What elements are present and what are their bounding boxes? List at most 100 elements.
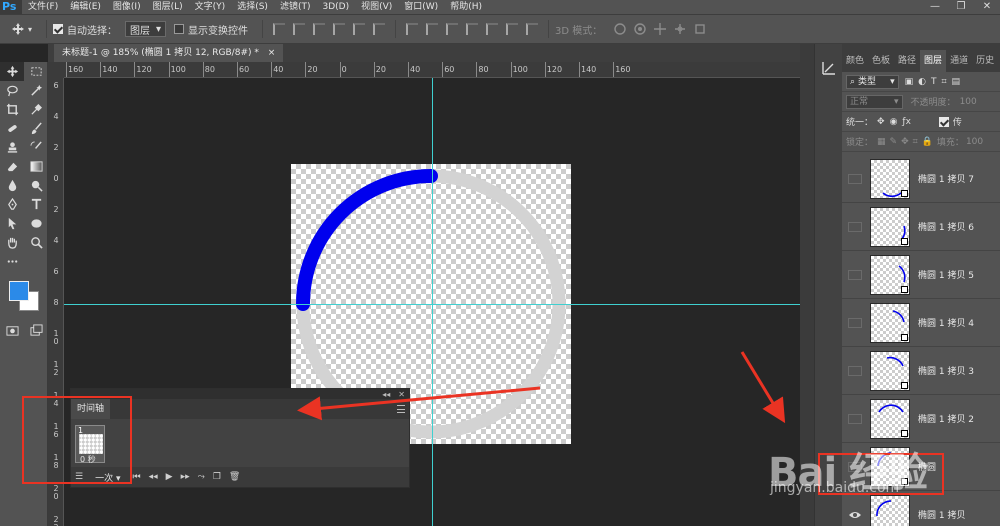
menu-item[interactable]: 图像(I) [107,0,147,14]
visibility-toggle[interactable] [848,365,862,376]
layer-name[interactable]: 椭圆 1 拷贝 3 [918,364,974,377]
layer-name[interactable]: 椭圆 1 拷贝 2 [918,412,974,425]
blend-mode-dropdown[interactable]: 正常 ▾ [846,94,903,109]
eraser-tool[interactable] [0,157,24,176]
panel-tab[interactable]: 通道 [946,50,972,72]
panel-menu-icon[interactable] [397,405,405,413]
eye-icon[interactable] [848,510,862,520]
visibility-toggle[interactable] [848,317,862,328]
guide-horizontal[interactable] [64,304,800,305]
auto-align-icon[interactable] [526,23,539,35]
more-tools[interactable] [0,252,24,271]
foreground-color-swatch[interactable] [9,281,29,301]
align-left-icon[interactable] [333,23,346,35]
auto-select-checkbox[interactable]: 自动选择： [53,22,117,37]
filter-adjust-icon[interactable]: ◐ [918,77,926,87]
filter-smart-icon[interactable]: ▤ [952,77,961,87]
rotate-3d-icon[interactable] [613,22,627,36]
lock-position-icon[interactable]: ✥ [901,137,909,147]
eyedropper-tool[interactable] [24,100,48,119]
layer-row[interactable]: 椭圆 1 拷贝 2 [842,395,1000,443]
distribute-hcenter-icon[interactable] [486,23,499,35]
fill-field[interactable]: 100 [966,137,983,147]
crop-tool[interactable] [0,100,24,119]
menu-item[interactable]: 编辑(E) [64,0,107,14]
move-tool[interactable] [0,62,24,81]
canvas-scrollbar[interactable] [800,44,814,526]
tween-icon[interactable]: ⤳ [198,472,205,482]
menu-item[interactable]: 选择(S) [231,0,274,14]
unify-position-icon[interactable]: ✥ [877,117,885,127]
layer-row[interactable]: 椭圆 1 拷贝 4 [842,299,1000,347]
pan-3d-icon[interactable] [653,22,667,36]
restore-button[interactable]: ❐ [948,0,974,14]
visibility-toggle[interactable] [848,413,862,424]
panel-tab[interactable]: 图层 [920,50,947,72]
filter-pixel-icon[interactable]: ▣ [905,77,914,87]
roll-3d-icon[interactable] [633,22,647,36]
unify-visibility-icon[interactable]: ◉ [890,117,898,127]
layer-row[interactable]: 椭圆 1 拷贝 7 [842,155,1000,203]
screen-mode-button[interactable] [24,321,48,340]
healing-tool[interactable] [0,119,24,138]
zoom-tool[interactable] [24,233,48,252]
visibility-toggle[interactable] [848,221,862,232]
visibility-toggle[interactable] [848,269,862,280]
distribute-right-icon[interactable] [506,23,519,35]
propagate-checkbox[interactable] [938,116,949,127]
layer-row[interactable]: 椭圆 1 拷贝 6 [842,203,1000,251]
distribute-vcenter-icon[interactable] [426,23,439,35]
minimize-button[interactable]: — [922,0,948,14]
lock-all-icon[interactable]: 🔒 [922,137,933,147]
magic-wand-tool[interactable] [24,81,48,100]
move-tool-preset[interactable]: ▾ [8,22,32,36]
lock-image-icon[interactable]: ✎ [890,137,898,147]
layer-name[interactable]: 椭圆 1 拷贝 5 [918,268,974,281]
layer-name[interactable]: 椭圆 1 拷贝 6 [918,220,974,233]
dodge-tool[interactable] [24,176,48,195]
hand-tool[interactable] [0,233,24,252]
close-button[interactable]: ✕ [974,0,1000,14]
menu-item[interactable]: 文件(F) [22,0,64,14]
brush-tool[interactable] [24,119,48,138]
gradient-tool[interactable] [24,157,48,176]
menu-item[interactable]: 图层(L) [147,0,189,14]
layer-row[interactable]: 椭圆 1 拷贝 3 [842,347,1000,395]
distribute-left-icon[interactable] [466,23,479,35]
filter-shape-icon[interactable]: ⌗ [941,77,946,87]
panel-tab[interactable]: 历史 [972,50,998,72]
history-brush-tool[interactable] [24,138,48,157]
opacity-field[interactable]: 100 [960,97,977,107]
distribute-top-icon[interactable] [406,23,419,35]
guide-vertical[interactable] [432,78,433,526]
visibility-toggle[interactable] [848,173,862,184]
align-vcenter-icon[interactable] [293,23,306,35]
ellipse-tool[interactable] [24,214,48,233]
blur-tool[interactable] [0,176,24,195]
layer-row[interactable]: 椭圆 1 拷贝 [842,491,1000,526]
lock-artboard-icon[interactable]: ⌗ [913,137,918,147]
play-icon[interactable]: ▶ [166,472,173,482]
menu-item[interactable]: 3D(D) [316,0,355,14]
stamp-tool[interactable] [0,138,24,157]
pen-tool[interactable] [0,195,24,214]
layer-name[interactable]: 椭圆 1 拷贝 4 [918,316,974,329]
scale-3d-icon[interactable] [693,22,707,36]
quick-mask-button[interactable] [0,321,24,340]
lasso-tool[interactable] [0,81,24,100]
duplicate-frame-icon[interactable]: ❐ [213,472,221,482]
menu-item[interactable]: 滤镜(T) [274,0,317,14]
panel-tab[interactable]: 色板 [868,50,894,72]
layer-name[interactable]: 椭圆 1 拷贝 [918,508,965,521]
lock-transparent-icon[interactable]: ▦ [877,137,886,147]
trash-icon[interactable]: 🗑 [229,472,240,482]
prev-frame-icon[interactable]: ◂◂ [149,472,158,482]
distribute-bottom-icon[interactable] [446,23,459,35]
tab-close-icon[interactable]: × [268,48,276,58]
ruler-horizontal[interactable]: 160 140 120 100 80 60 40 20 0 20 40 60 80 100 120 140 16… [64,62,800,78]
align-bottom-icon[interactable] [313,23,326,35]
align-hcenter-icon[interactable] [353,23,366,35]
show-transform-checkbox[interactable]: 显示变换控件 [174,22,248,37]
menu-item[interactable]: 帮助(H) [444,0,488,14]
layer-row[interactable]: 椭圆 1 拷贝 5 [842,251,1000,299]
